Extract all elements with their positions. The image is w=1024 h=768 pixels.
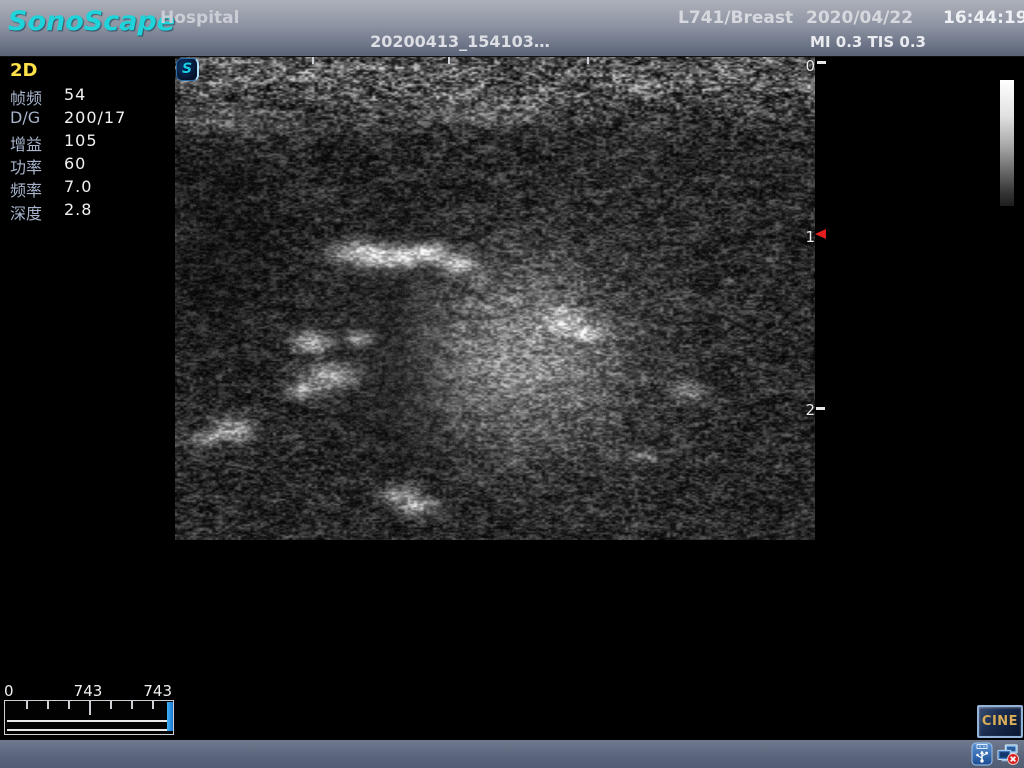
system-date: 2020/04/22 [806, 8, 913, 28]
usb-icon [971, 742, 993, 766]
cine-button[interactable]: CINE [977, 705, 1023, 738]
status-bar [0, 740, 1024, 768]
title-bar: SonoScape Hospital L741/Breast 2020/04/2… [0, 0, 1024, 57]
param-label: 帧频 [10, 85, 42, 109]
param-value: 200/17 [64, 108, 126, 127]
cine-scrubber-track[interactable] [4, 700, 174, 735]
cine-current-label: 743 [60, 682, 116, 700]
param-value: 54 [64, 85, 86, 104]
depth-label-1: 1 [799, 228, 815, 246]
hospital-name: Hospital [160, 8, 239, 28]
param-row-gain: 增益 105 [10, 131, 170, 154]
cine-total-label: 743 [138, 682, 172, 700]
depth-label-0: 0 [799, 57, 815, 75]
param-value: 105 [64, 131, 98, 150]
width-ruler-tick [448, 57, 450, 64]
param-value: 60 [64, 154, 86, 173]
grayscale-map-bar [1000, 80, 1014, 206]
param-row-frequency: 频率 7.0 [10, 177, 170, 200]
exam-id: 20200413_154103… [355, 32, 565, 51]
cine-position-marker[interactable] [167, 702, 173, 731]
cine-start-label: 0 [4, 682, 14, 700]
acoustic-indices: MI 0.3 TIS 0.3 [808, 33, 928, 51]
param-label: 深度 [10, 200, 42, 224]
param-label: 增益 [10, 131, 42, 155]
ultrasound-machine-screen: SonoScape Hospital L741/Breast 2020/04/2… [0, 0, 1024, 768]
focus-marker-icon[interactable] [815, 229, 826, 239]
mode-label: 2D [10, 60, 37, 81]
depth-tick-0 [817, 61, 826, 64]
network-disconnected-icon [997, 742, 1019, 766]
cine-progress-track [7, 720, 171, 731]
param-label: D/G [10, 108, 40, 127]
param-row-framerate: 帧频 54 [10, 85, 170, 108]
probe-preset: L741/Breast [678, 8, 793, 28]
width-ruler-tick [587, 57, 589, 64]
param-label: 功率 [10, 154, 42, 178]
param-value: 2.8 [64, 200, 92, 219]
param-label: 频率 [10, 177, 42, 201]
param-row-depth: 深度 2.8 [10, 200, 170, 223]
param-value: 7.0 [64, 177, 92, 196]
depth-tick-2 [816, 407, 825, 410]
system-time: 16:44:19 [943, 8, 1024, 28]
depth-label-2: 2 [799, 401, 815, 419]
ultrasound-image [175, 57, 815, 540]
probe-orientation-marker: S [176, 58, 199, 81]
sonoscape-logo: SonoScape [8, 6, 175, 37]
param-row-dg: D/G 200/17 [10, 108, 170, 131]
width-ruler-tick [312, 57, 314, 64]
cine-scrubber-labels: 0 743 743 [0, 682, 180, 699]
param-row-power: 功率 60 [10, 154, 170, 177]
